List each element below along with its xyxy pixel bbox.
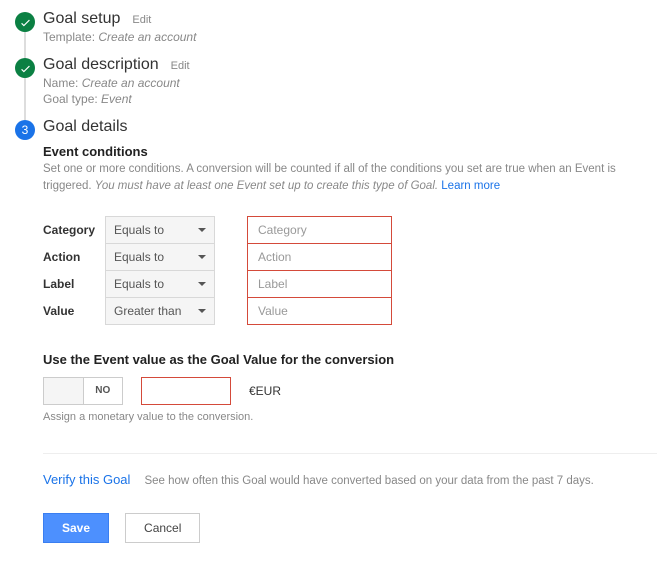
operator-select[interactable]: Equals to xyxy=(105,270,215,298)
label-input[interactable]: Label xyxy=(247,270,392,298)
monetary-value-input[interactable] xyxy=(141,377,231,405)
check-icon xyxy=(15,58,35,78)
check-icon xyxy=(15,12,35,32)
step-goal-description: Goal description Edit Name: Create an ac… xyxy=(15,56,657,106)
type-label: Goal type: xyxy=(43,92,98,106)
goal-value-hint: Assign a monetary value to the conversio… xyxy=(43,411,657,423)
save-button[interactable]: Save xyxy=(43,513,109,543)
chevron-down-icon xyxy=(198,309,206,313)
event-conditions-description: Set one or more conditions. A conversion… xyxy=(43,161,657,196)
goal-value-row: NO €EUR xyxy=(43,377,657,405)
desc-requirement: You must have at least one Event set up … xyxy=(95,180,438,192)
chevron-down-icon xyxy=(198,228,206,232)
type-value: Event xyxy=(101,92,132,106)
learn-more-link[interactable]: Learn more xyxy=(441,180,500,192)
chevron-down-icon xyxy=(198,282,206,286)
chevron-down-icon xyxy=(198,255,206,259)
step-goal-setup: Goal setup Edit Template: Create an acco… xyxy=(15,10,657,44)
condition-label: Category xyxy=(43,223,105,237)
operator-select[interactable]: Equals to xyxy=(105,243,215,271)
goal-value-toggle[interactable]: NO xyxy=(43,377,123,405)
step-connector xyxy=(24,78,26,120)
step-number-icon: 3 xyxy=(15,120,35,140)
step-title: Goal details xyxy=(43,118,128,136)
value-input[interactable]: Value xyxy=(247,297,392,325)
step-number: 3 xyxy=(22,123,29,137)
condition-label: Action xyxy=(43,250,105,264)
step-connector xyxy=(24,32,26,58)
name-value: Create an account xyxy=(82,76,180,90)
edit-link[interactable]: Edit xyxy=(132,14,151,26)
operator-value: Equals to xyxy=(114,223,164,237)
conditions-table: Category Equals to Category Action Equal… xyxy=(43,216,657,325)
step-goal-details: 3 Goal details Event conditions Set one … xyxy=(15,118,657,543)
action-input[interactable]: Action xyxy=(247,243,392,271)
condition-row-category: Category Equals to Category xyxy=(43,216,657,244)
toggle-no-slot: NO xyxy=(84,378,123,404)
goal-value-heading: Use the Event value as the Goal Value fo… xyxy=(43,352,657,367)
condition-row-action: Action Equals to Action xyxy=(43,243,657,271)
template-label: Template: xyxy=(43,30,95,44)
verify-goal-link[interactable]: Verify this Goal xyxy=(43,472,130,487)
event-conditions-heading: Event conditions xyxy=(43,144,657,159)
step-title: Goal description xyxy=(43,56,159,74)
goal-wizard-steps: Goal setup Edit Template: Create an acco… xyxy=(15,10,657,543)
condition-row-label: Label Equals to Label xyxy=(43,270,657,298)
operator-value: Equals to xyxy=(114,277,164,291)
operator-select[interactable]: Greater than xyxy=(105,297,215,325)
template-value: Create an account xyxy=(98,30,196,44)
operator-select[interactable]: Equals to xyxy=(105,216,215,244)
edit-link[interactable]: Edit xyxy=(171,60,190,72)
name-label: Name: xyxy=(43,76,78,90)
operator-value: Equals to xyxy=(114,250,164,264)
button-row: Save Cancel xyxy=(43,513,657,543)
operator-value: Greater than xyxy=(114,304,181,318)
condition-label: Label xyxy=(43,277,105,291)
toggle-yes-slot xyxy=(44,378,84,404)
category-input[interactable]: Category xyxy=(247,216,392,244)
cancel-button[interactable]: Cancel xyxy=(125,513,200,543)
condition-row-value: Value Greater than Value xyxy=(43,297,657,325)
currency-label: €EUR xyxy=(249,384,281,398)
verify-section: Verify this Goal See how often this Goal… xyxy=(43,453,657,487)
condition-label: Value xyxy=(43,304,105,318)
verify-description: See how often this Goal would have conve… xyxy=(144,475,593,487)
step-title: Goal setup xyxy=(43,10,120,28)
